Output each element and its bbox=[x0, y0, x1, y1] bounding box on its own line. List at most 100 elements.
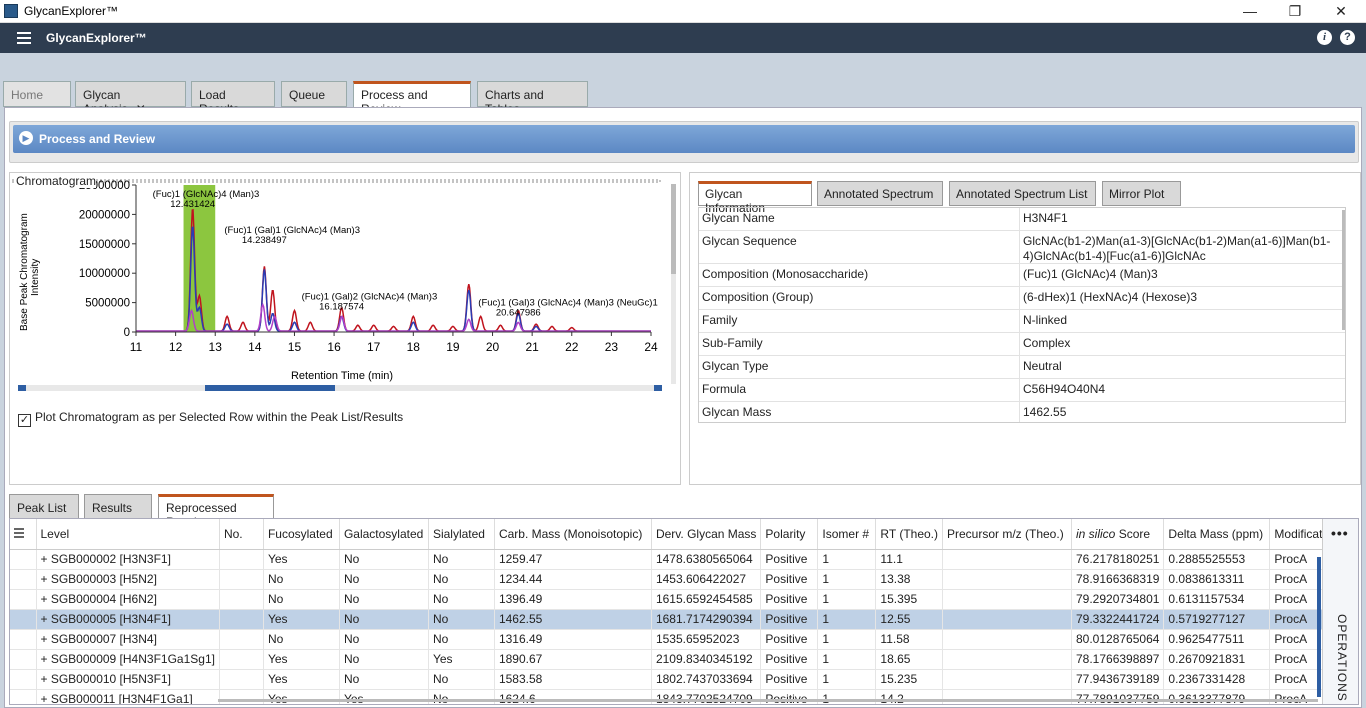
table-row[interactable]: + SGB000009 [H4N3F1Ga1Sg1] Yes No Yes 1890.6… bbox=[10, 649, 1337, 670]
x-tick-label: 13 bbox=[209, 340, 223, 354]
table-cell bbox=[942, 669, 1072, 690]
table-row[interactable]: + SGB000002 [H3N3F1] Yes No No 1259.47 1478.6… bbox=[10, 549, 1337, 570]
table-cell: 76.2178180251 bbox=[1071, 549, 1165, 570]
tab-peak-list[interactable]: Peak List bbox=[9, 494, 79, 519]
column-header[interactable]: Isomer # bbox=[817, 519, 877, 550]
glycan-info-row[interactable]: Composition (Monosaccharide) (Fuc)1 (GlcN… bbox=[699, 264, 1345, 287]
column-header[interactable]: Derv. Glycan Mass bbox=[651, 519, 762, 550]
glycan-info-row[interactable]: Family N-linked bbox=[699, 310, 1345, 333]
close-window-button[interactable]: ✕ bbox=[1329, 2, 1353, 20]
column-header[interactable]: Sialylated bbox=[428, 519, 495, 550]
table-row[interactable]: + SGB000005 [H3N4F1] Yes No No 1462.55 1681.7… bbox=[10, 609, 1337, 630]
glycan-info-row[interactable]: Formula C56H94O40N4 bbox=[699, 379, 1345, 402]
tab-glycan-analysis[interactable]: Glycan Analysis✕ bbox=[75, 81, 186, 116]
glycan-info-row[interactable]: Composition (Group) (6-dHex)1 (HexNAc)4 (… bbox=[699, 287, 1345, 310]
table-cell: + SGB000003 [H5N2] bbox=[36, 569, 220, 590]
glycan-info-row[interactable]: Glycan Sequence GlcNAc(b1-2)Man(a1-3)[Glc… bbox=[699, 231, 1345, 264]
table-cell bbox=[942, 549, 1072, 570]
table-cell: 0.9625477511 bbox=[1163, 629, 1271, 650]
x-tick-label: 20 bbox=[486, 340, 500, 354]
table-cell bbox=[942, 649, 1072, 670]
glycan-info-key: Sub-Family bbox=[702, 336, 763, 350]
table-row[interactable]: + SGB000003 [H5N2] No No No 1234.44 1453.6064… bbox=[10, 569, 1337, 590]
x-tick-label: 16 bbox=[327, 340, 341, 354]
grid-vscroll-thumb[interactable] bbox=[1317, 557, 1321, 697]
chart-vscroll-thumb[interactable] bbox=[671, 184, 676, 274]
table-cell: No bbox=[339, 589, 429, 610]
tab-mirror-plot-label: Mirror Plot bbox=[1109, 187, 1165, 201]
chart-hscroll-thumb[interactable] bbox=[205, 385, 335, 391]
tab-load-results[interactable]: Load Results bbox=[191, 81, 275, 116]
table-cell: 0.6131157534 bbox=[1163, 589, 1271, 610]
column-header[interactable]: Polarity bbox=[760, 519, 819, 550]
tab-glycan-information[interactable]: Glycan Information bbox=[698, 181, 812, 215]
column-header[interactable]: Precursor m/z (Theo.) bbox=[942, 519, 1072, 550]
chromatogram-panel: (Fuc)1 (GlcNAc)4 (Man)3 12.431424 (Fuc)1 (… bbox=[9, 172, 681, 485]
tab-queue[interactable]: Queue bbox=[281, 81, 347, 107]
restore-button[interactable]: ❐ bbox=[1283, 2, 1307, 20]
table-row[interactable]: + SGB000011 [H3N4F1Ga1]YesYesNo1624.6184… bbox=[10, 689, 1337, 704]
table-cell: 12.55 bbox=[875, 609, 943, 630]
tab-annotated-spectrum[interactable]: Annotated Spectrum bbox=[817, 181, 943, 206]
glycan-info-key: Composition (Monosaccharide) bbox=[702, 267, 869, 281]
tab-home[interactable]: Home bbox=[3, 81, 71, 107]
table-row[interactable]: + SGB000004 [H6N2] No No No 1396.49 1615.6592… bbox=[10, 589, 1337, 610]
tab-mirror-plot[interactable]: Mirror Plot bbox=[1102, 181, 1181, 206]
y-tick-label: 0 bbox=[124, 327, 130, 339]
chromatogram-chart[interactable]: (Fuc)1 (GlcNAc)4 (Man)312.431424(Fuc)1 (… bbox=[10, 173, 680, 408]
column-header[interactable]: Delta Mass (ppm) bbox=[1163, 519, 1271, 550]
column-menu-header[interactable] bbox=[10, 519, 37, 550]
table-cell: 78.1766398897 bbox=[1071, 649, 1165, 670]
glycan-info-row[interactable]: Glycan Name H3N4F1 bbox=[699, 208, 1345, 231]
tab-reprocessed-result[interactable]: Reprocessed Result bbox=[158, 494, 274, 529]
more-options-icon[interactable]: ••• bbox=[1331, 525, 1349, 541]
hamburger-menu-icon[interactable] bbox=[17, 32, 31, 44]
column-header[interactable]: in silico Score bbox=[1071, 519, 1165, 550]
table-cell: 1396.49 bbox=[494, 589, 652, 610]
tab-annotated-spectrum-list[interactable]: Annotated Spectrum List bbox=[949, 181, 1096, 206]
table-cell: 80.0128765064 bbox=[1071, 629, 1165, 650]
glycan-info-row[interactable]: Sub-Family Complex bbox=[699, 333, 1345, 356]
y-tick-label: 5000000 bbox=[85, 298, 130, 310]
operations-panel[interactable]: ••• OPERATIONS bbox=[1322, 519, 1358, 704]
operations-label[interactable]: OPERATIONS bbox=[1335, 614, 1349, 702]
tab-process-and-review[interactable]: Process and Review bbox=[353, 81, 471, 116]
table-cell: 1 bbox=[817, 589, 877, 610]
chart-hscroll-track[interactable] bbox=[18, 385, 662, 391]
plot-selected-checkbox[interactable]: ✓ bbox=[18, 414, 31, 427]
column-header[interactable]: Carb. Mass (Monoisotopic) bbox=[494, 519, 652, 550]
info-vscroll[interactable] bbox=[1342, 210, 1345, 330]
table-cell: 1890.67 bbox=[494, 649, 652, 670]
table-cell: No bbox=[428, 569, 495, 590]
section-bar[interactable]: ▶ Process and Review bbox=[13, 125, 1355, 153]
info-icon[interactable]: i bbox=[1317, 30, 1332, 45]
plot-selected-row-option[interactable]: ✓ Plot Chromatogram as per Selected Row w… bbox=[18, 410, 403, 427]
chart-hscroll-left-arrow[interactable] bbox=[18, 385, 26, 391]
column-header[interactable]: Fucosylated bbox=[263, 519, 340, 550]
app-name: GlycanExplorer™ bbox=[46, 31, 147, 45]
grid-hscroll-thumb[interactable] bbox=[218, 699, 1318, 702]
tab-queue-label: Queue bbox=[289, 88, 326, 102]
peak-rt-label: 14.238497 bbox=[242, 235, 287, 246]
minimize-button[interactable]: — bbox=[1238, 2, 1262, 20]
tab-charts-and-tables[interactable]: Charts and Tables bbox=[477, 81, 588, 116]
y-tick-label: 20000000 bbox=[79, 209, 130, 221]
table-cell: 1478.6380565064 bbox=[651, 549, 762, 570]
section-header: ▶ Process and Review bbox=[9, 121, 1359, 163]
chart-hscroll-right-arrow[interactable] bbox=[654, 385, 662, 391]
column-menu-icon[interactable] bbox=[14, 527, 32, 538]
tab-results[interactable]: Results bbox=[84, 494, 152, 519]
column-header[interactable]: Galactosylated bbox=[339, 519, 429, 550]
collapse-arrow-icon[interactable]: ▶ bbox=[19, 131, 33, 145]
help-icon[interactable]: ? bbox=[1340, 30, 1355, 45]
column-header[interactable]: No. bbox=[219, 519, 264, 550]
table-cell: 1 bbox=[817, 569, 877, 590]
column-header[interactable]: RT (Theo.) bbox=[875, 519, 943, 550]
table-row[interactable]: + SGB000007 [H3N4] No No No 1316.49 1535.6595… bbox=[10, 629, 1337, 650]
table-row[interactable]: + SGB000010 [H5N3F1] Yes No No 1583.58 1802.7… bbox=[10, 669, 1337, 690]
column-header[interactable]: Level bbox=[36, 519, 220, 550]
glycan-info-key: Glycan Name bbox=[702, 211, 775, 225]
glycan-info-row[interactable]: Glycan Mass 1462.55 bbox=[699, 402, 1345, 422]
table-cell: Yes bbox=[263, 549, 340, 570]
glycan-info-row[interactable]: Glycan Type Neutral bbox=[699, 356, 1345, 379]
